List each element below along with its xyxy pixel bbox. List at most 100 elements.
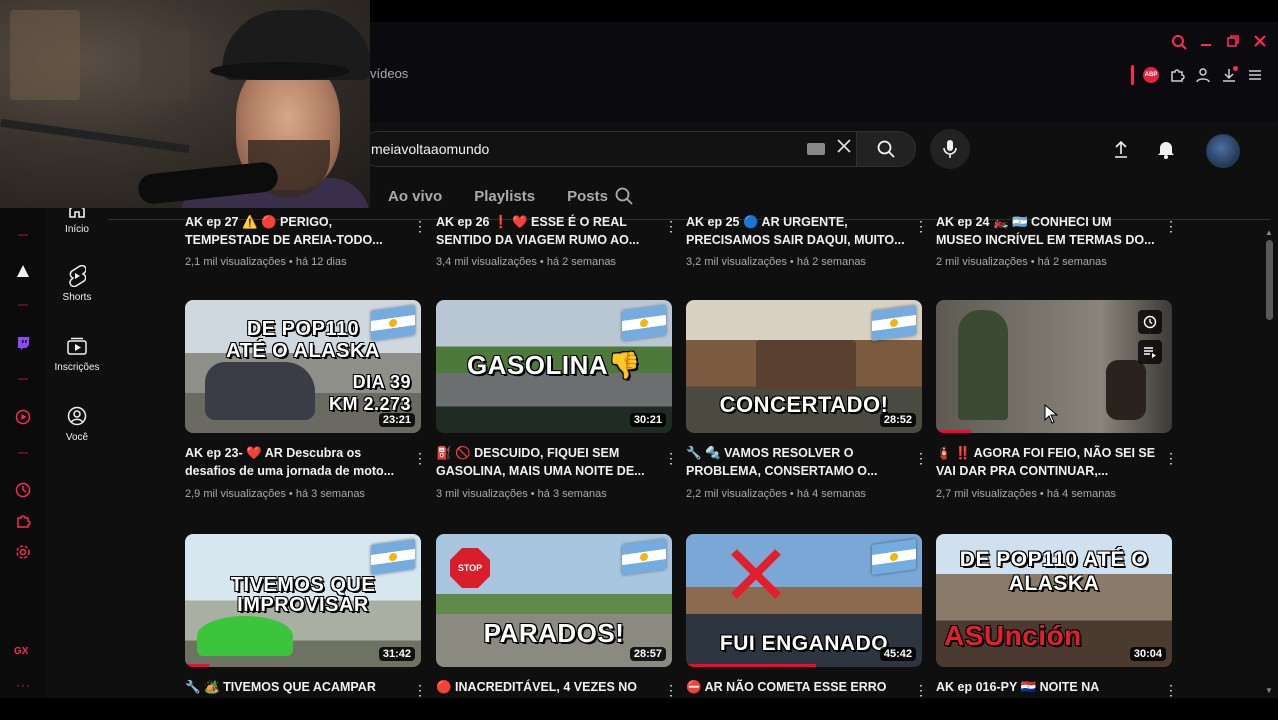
extensions-bar: ABP — [1131, 62, 1264, 88]
scroll-up-arrow[interactable]: ▲ — [1265, 228, 1273, 237]
video-title[interactable]: ⛽ 🚫 DESCUIDO, FIQUEI SEM GASOLINA, MAIS … — [436, 444, 658, 480]
player-icon[interactable] — [14, 408, 32, 426]
account-avatar[interactable] — [1206, 134, 1240, 168]
puzzle-extensions-icon[interactable] — [1168, 66, 1186, 84]
more-options-icon[interactable]: ⋮ — [914, 451, 928, 465]
guide-item-subscriptions[interactable]: Inscrições — [46, 334, 108, 373]
notifications-button[interactable] — [1153, 136, 1179, 162]
video-duration: 28:57 — [629, 647, 666, 661]
search-button[interactable] — [856, 131, 916, 167]
video-title[interactable]: AK ep 23- ❤️ AR Descubra os desafios de … — [185, 444, 407, 480]
video-thumbnail[interactable]: CONCERTADO! 28:52 — [686, 300, 922, 433]
clear-search-icon[interactable] — [831, 136, 857, 162]
person-shape — [958, 310, 1008, 420]
close-window-icon[interactable] — [1251, 34, 1269, 52]
guide-item-shorts[interactable]: Shorts — [46, 264, 108, 303]
add-to-queue-button[interactable] — [1138, 340, 1162, 364]
video-title[interactable]: 🔧 🏕️ TIVEMOS QUE ACAMPAR — [185, 678, 407, 698]
aria-icon[interactable] — [14, 262, 32, 280]
video-meta: 3 mil visualizações • há 3 semanas — [436, 488, 607, 500]
watch-later-button[interactable] — [1138, 310, 1162, 334]
guide-label: Inscrições — [54, 362, 100, 373]
more-options-icon[interactable]: ⋮ — [914, 683, 928, 697]
twitch-icon[interactable] — [14, 334, 32, 352]
page-scrollbar-thumb[interactable] — [1266, 240, 1273, 320]
tab-live[interactable]: Ao vivo — [372, 178, 458, 216]
search-input[interactable]: meiavoltaaomundo — [371, 140, 791, 158]
video-meta: 2,2 mil visualizações • há 4 semanas — [686, 488, 866, 500]
watch-progress-bar — [686, 664, 816, 667]
profile-icon[interactable] — [1194, 66, 1212, 84]
video-title[interactable]: AK ep 25 🔵 AR URGENTE, PRECISAMOS SAIR D… — [686, 213, 908, 249]
settings-gear-icon[interactable] — [14, 543, 32, 561]
argentina-flag — [371, 538, 415, 576]
video-title[interactable]: 🔧 🔩 VAMOS RESOLVER O PROBLEMA, CONSERTAM… — [686, 444, 908, 480]
more-options-icon[interactable]: ⋮ — [1164, 683, 1178, 697]
scroll-down-arrow[interactable]: ▼ — [1265, 686, 1273, 695]
tab-playlists[interactable]: Playlists — [458, 178, 551, 216]
video-thumbnail[interactable]: STOP PARADOS! 28:57 — [436, 534, 672, 667]
minimize-icon[interactable] — [1197, 34, 1215, 52]
thumb-text: ALASKA — [1008, 572, 1100, 595]
more-options-icon[interactable]: ⋮ — [1164, 451, 1178, 465]
search-box[interactable]: meiavoltaaomundo — [360, 131, 856, 167]
browser-tab-label[interactable]: vídeos — [370, 66, 408, 81]
video-meta: 3,2 mil visualizações • há 2 semanas — [686, 256, 866, 268]
search-icon — [877, 140, 895, 158]
video-meta: 2,1 mil visualizações • há 12 dias — [185, 256, 347, 268]
video-meta: 2,7 mil visualizações • há 4 semanas — [936, 488, 1116, 500]
video-duration: 31:42 — [378, 647, 415, 661]
history-icon[interactable] — [14, 481, 32, 499]
more-options-icon[interactable]: ⋮ — [413, 451, 427, 465]
video-thumbnail[interactable]: GASOLINA👎 30:21 — [436, 300, 672, 433]
dog-shape — [1106, 360, 1146, 420]
rail-extensions-icon[interactable] — [14, 512, 32, 530]
channel-search-icon[interactable] — [614, 186, 638, 210]
more-options-icon[interactable]: ⋮ — [664, 219, 678, 233]
easy-setup-icon[interactable] — [1246, 66, 1264, 84]
more-options-icon[interactable]: ⋮ — [664, 451, 678, 465]
video-thumbnail[interactable]: DE POP110 ATÉ O ALASKA DIA 39 KM 2.273 2… — [185, 300, 421, 433]
video-title[interactable]: AK ep 26 ❗ ❤️ ESSE É O REAL SENTIDO DA V… — [436, 213, 658, 249]
more-options-icon[interactable]: ⋮ — [413, 683, 427, 697]
video-thumbnail[interactable]: TIVEMOS QUE IMPROVISAR 31:42 — [185, 534, 421, 667]
video-title[interactable]: AK ep 016-PY 🇵🇾 NOITE NA — [936, 678, 1158, 698]
clock-icon — [1143, 315, 1157, 329]
argentina-flag — [872, 538, 916, 576]
shorts-icon — [65, 264, 89, 288]
guide-item-you[interactable]: Você — [46, 404, 108, 443]
subscriptions-icon — [65, 334, 89, 358]
keyboard-icon[interactable] — [807, 143, 825, 155]
wall-art — [140, 30, 190, 100]
thumb-text: KM 2.273 — [328, 394, 411, 414]
more-options-icon[interactable]: ⋮ — [1164, 219, 1178, 233]
tab-posts[interactable]: Posts — [551, 178, 624, 216]
argentina-flag — [622, 304, 666, 342]
video-title[interactable]: AK ep 24 🏍️ 🇦🇷 CONHECI UM MUSEO INCRÍVEL… — [936, 213, 1158, 249]
channel-tabs: Ao vivo Playlists Posts — [372, 178, 624, 216]
video-title[interactable]: AK ep 27 ⚠️ 🔴 PERIGO, TEMPESTADE DE AREI… — [185, 213, 407, 249]
restore-icon[interactable] — [1224, 34, 1242, 52]
downloads-icon[interactable] — [1220, 66, 1238, 84]
browser-search-icon[interactable] — [1170, 34, 1188, 52]
guide-item-home[interactable]: Início — [46, 208, 108, 235]
video-thumbnail[interactable]: FUI ENGANADO 45:42 — [686, 534, 922, 667]
upload-icon — [1115, 140, 1127, 158]
rail-more-icon[interactable]: ··· — [16, 678, 31, 692]
video-meta: 3,4 mil visualizações • há 2 semanas — [436, 256, 616, 268]
video-thumbnail[interactable]: DE POP110 ATÉ O ALASKA ASUnción 30:04 — [936, 534, 1172, 667]
upload-button[interactable] — [1108, 136, 1134, 162]
video-duration: 45:42 — [879, 647, 916, 661]
adblock-extension-icon[interactable]: ABP — [1142, 66, 1160, 84]
video-title[interactable]: 🔴 INACREDITÁVEL, 4 VEZES NO — [436, 678, 658, 698]
thumb-text: DIA 39 — [352, 372, 411, 392]
youtube-mini-guide: Início Shorts Inscrições Você — [46, 208, 108, 698]
more-options-icon[interactable]: ⋮ — [914, 219, 928, 233]
voice-search-button[interactable] — [930, 129, 970, 169]
more-options-icon[interactable]: ⋮ — [664, 683, 678, 697]
more-options-icon[interactable]: ⋮ — [413, 219, 427, 233]
video-title[interactable]: ⛔ AR NÃO COMETA ESSE ERRO AO — [686, 678, 908, 698]
mouse-cursor-icon — [1044, 403, 1059, 424]
video-title[interactable]: 🧯 ‼️ AGORA FOI FEIO, NÃO SEI SE VAI DAR … — [936, 444, 1158, 480]
gx-label[interactable]: GX — [14, 646, 28, 657]
